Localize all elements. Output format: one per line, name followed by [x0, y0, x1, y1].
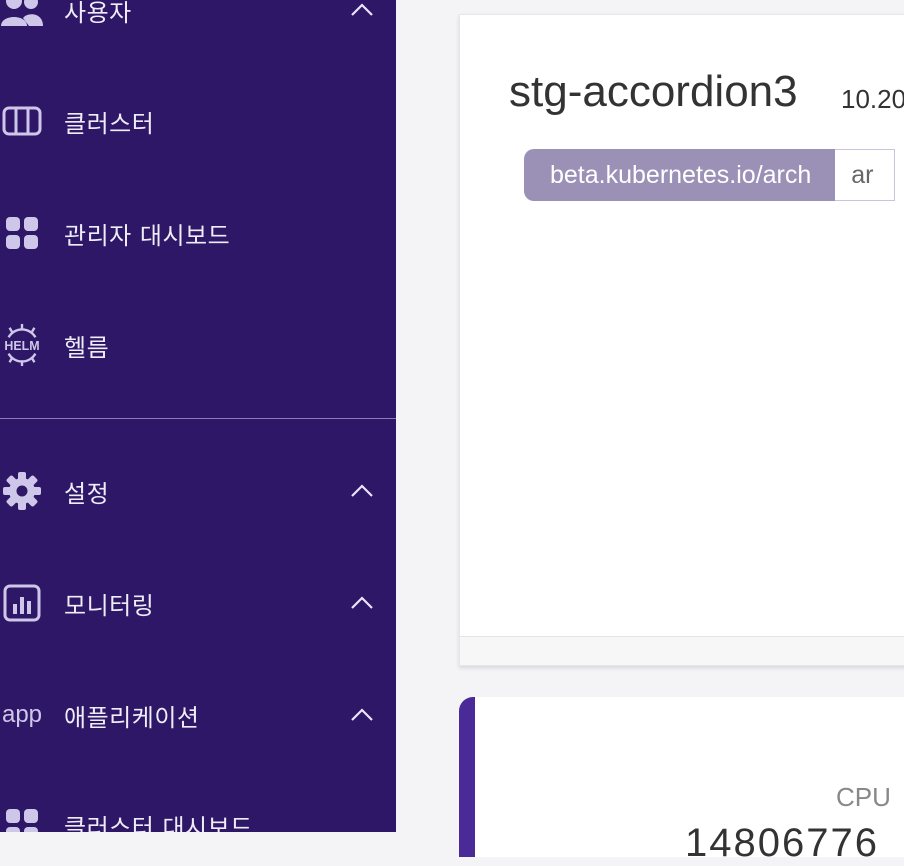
cpu-stat-card: CPU 14806776 — [459, 697, 904, 865]
node-name: stg-accordion3 — [509, 67, 798, 116]
chevron-up-icon[interactable] — [349, 593, 375, 613]
node-card: stg-accordion3 10.20 beta.kubernetes.io/… — [459, 14, 904, 666]
sidebar-item-cluster[interactable]: 클러스터 — [0, 99, 396, 143]
cluster-icon — [0, 99, 44, 143]
sidebar-item-admin-dashboard[interactable]: 관리자 대시보드 — [0, 211, 396, 255]
sidebar-item-label: 헬름 — [64, 333, 110, 362]
sidebar-item-label: 애플리케이션 — [64, 703, 200, 732]
gear-icon — [0, 469, 44, 513]
sidebar-item-users[interactable]: 사용자 — [0, 0, 396, 32]
sidebar: 사용자 클러스터 관리자 대시보드 HELM 헬름 설정 모니터링 app 애플… — [0, 0, 396, 832]
helm-icon-text: HELM — [4, 339, 39, 353]
node-label-chip: beta.kubernetes.io/arch ar — [524, 149, 895, 201]
app-icon: app — [1, 701, 43, 728]
sidebar-item-label: 클러스터 대시보드 — [64, 813, 253, 833]
sidebar-item-label: 사용자 — [64, 0, 132, 27]
chevron-up-icon[interactable] — [349, 481, 375, 501]
label-key: beta.kubernetes.io/arch — [524, 149, 836, 201]
card-footer — [460, 636, 904, 665]
stat-value: 14806776 — [685, 821, 879, 865]
sidebar-divider — [0, 418, 396, 419]
dashboard-icon — [0, 803, 44, 832]
sidebar-item-label: 모니터링 — [64, 591, 155, 620]
sidebar-item-label: 관리자 대시보드 — [64, 221, 231, 250]
dashboard-icon — [0, 211, 44, 255]
sidebar-item-label: 설정 — [64, 479, 110, 508]
sidebar-item-helm[interactable]: HELM 헬름 — [0, 323, 396, 367]
chevron-up-icon[interactable] — [349, 705, 375, 725]
sidebar-item-settings[interactable]: 설정 — [0, 469, 396, 513]
node-ip: 10.20 — [841, 84, 904, 114]
monitoring-icon — [0, 581, 44, 625]
label-value: ar — [835, 149, 895, 201]
sidebar-item-monitoring[interactable]: 모니터링 — [0, 581, 396, 625]
chevron-up-icon[interactable] — [349, 0, 375, 20]
stat-label: CPU — [836, 782, 891, 812]
sidebar-item-application[interactable]: app 애플리케이션 — [0, 693, 396, 737]
helm-icon: HELM — [0, 323, 44, 367]
sidebar-item-cluster-dashboard[interactable]: 클러스터 대시보드 — [0, 803, 396, 832]
sidebar-item-label: 클러스터 — [64, 109, 155, 138]
users-icon — [0, 0, 44, 32]
